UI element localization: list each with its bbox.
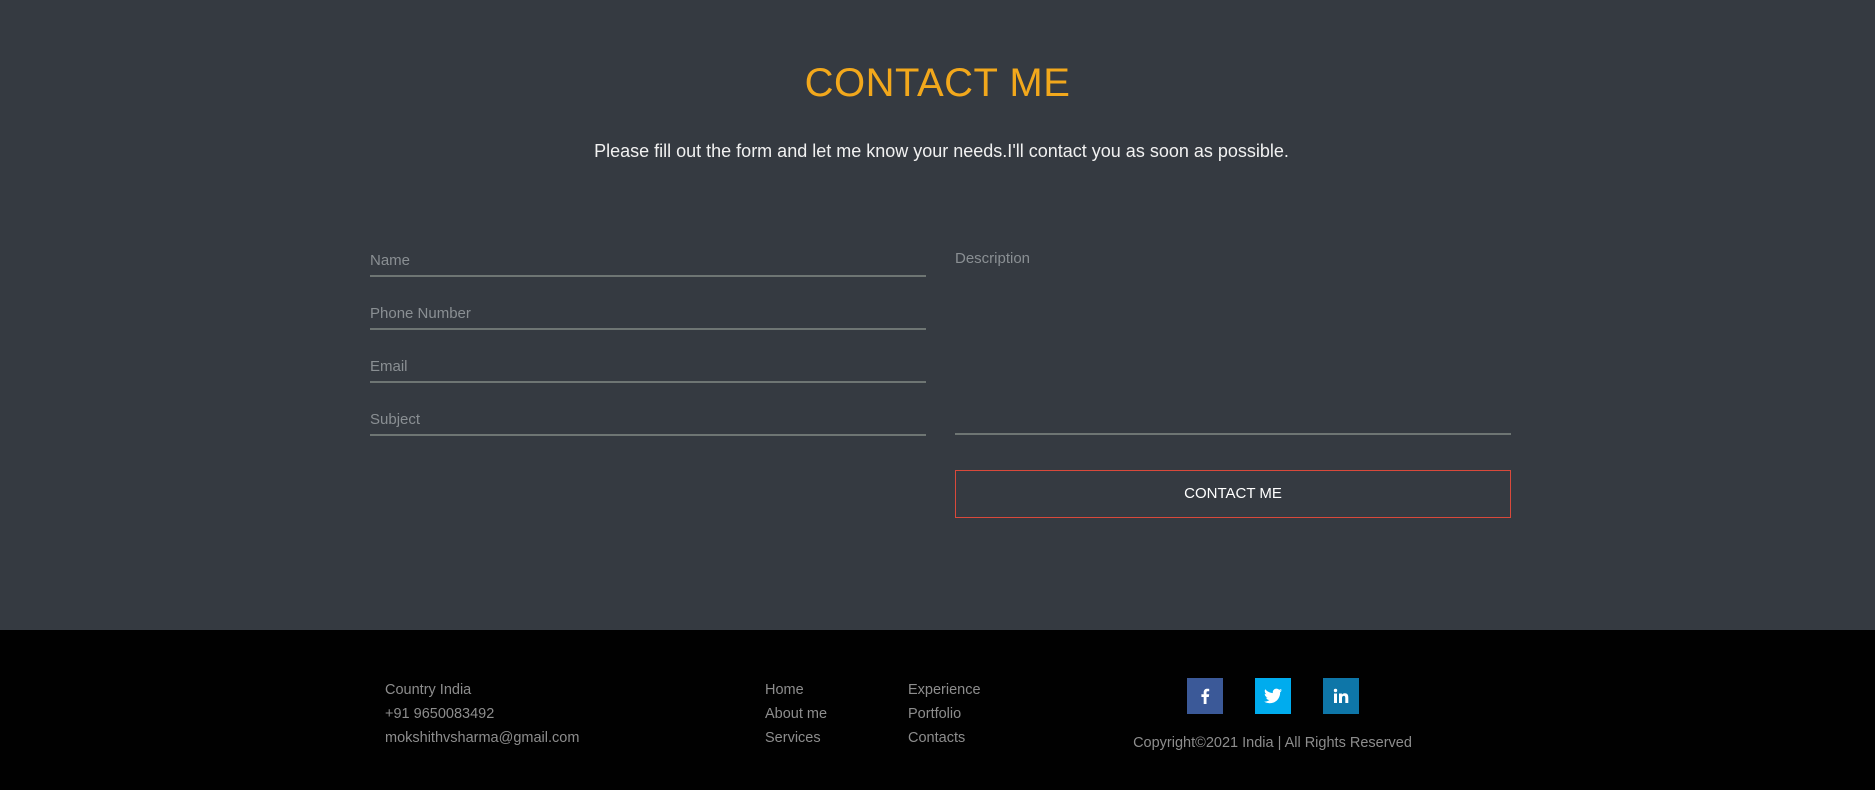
email-input[interactable] [370, 352, 926, 383]
description-textarea[interactable] [955, 248, 1511, 435]
facebook-icon [1201, 688, 1210, 704]
footer: Country India +91 9650083492 mokshithvsh… [0, 630, 1875, 790]
footer-email: mokshithvsharma@gmail.com [385, 730, 580, 746]
contact-section: CONTACT ME Please fill out the form and … [0, 0, 1875, 630]
footer-link-services[interactable]: Services [765, 726, 827, 750]
footer-nav-secondary: Experience Portfolio Contacts [908, 678, 981, 750]
phone-input[interactable] [370, 299, 926, 330]
contact-me-button[interactable]: CONTACT ME [955, 470, 1511, 518]
footer-link-home[interactable]: Home [765, 678, 827, 702]
footer-country: Country India [385, 682, 472, 698]
footer-link-contacts[interactable]: Contacts [908, 726, 981, 750]
twitter-button[interactable] [1255, 678, 1291, 714]
facebook-button[interactable] [1187, 678, 1223, 714]
footer-nav-primary: Home About me Services [765, 678, 827, 750]
copyright-text: Copyright©2021 India | All Rights Reserv… [1133, 735, 1412, 751]
footer-link-portfolio[interactable]: Portfolio [908, 702, 981, 726]
footer-link-experience[interactable]: Experience [908, 678, 981, 702]
linkedin-icon [1333, 688, 1349, 703]
name-input[interactable] [370, 246, 926, 277]
twitter-icon [1264, 688, 1282, 704]
linkedin-button[interactable] [1323, 678, 1359, 714]
contact-subtitle: Please fill out the form and let me know… [594, 141, 1289, 161]
subject-input[interactable] [370, 405, 926, 436]
contact-title: CONTACT ME [804, 61, 1071, 105]
footer-link-about[interactable]: About me [765, 702, 827, 726]
footer-contact-info: Country India +91 9650083492 mokshithvsh… [385, 678, 579, 750]
footer-phone: +91 9650083492 [385, 706, 495, 722]
